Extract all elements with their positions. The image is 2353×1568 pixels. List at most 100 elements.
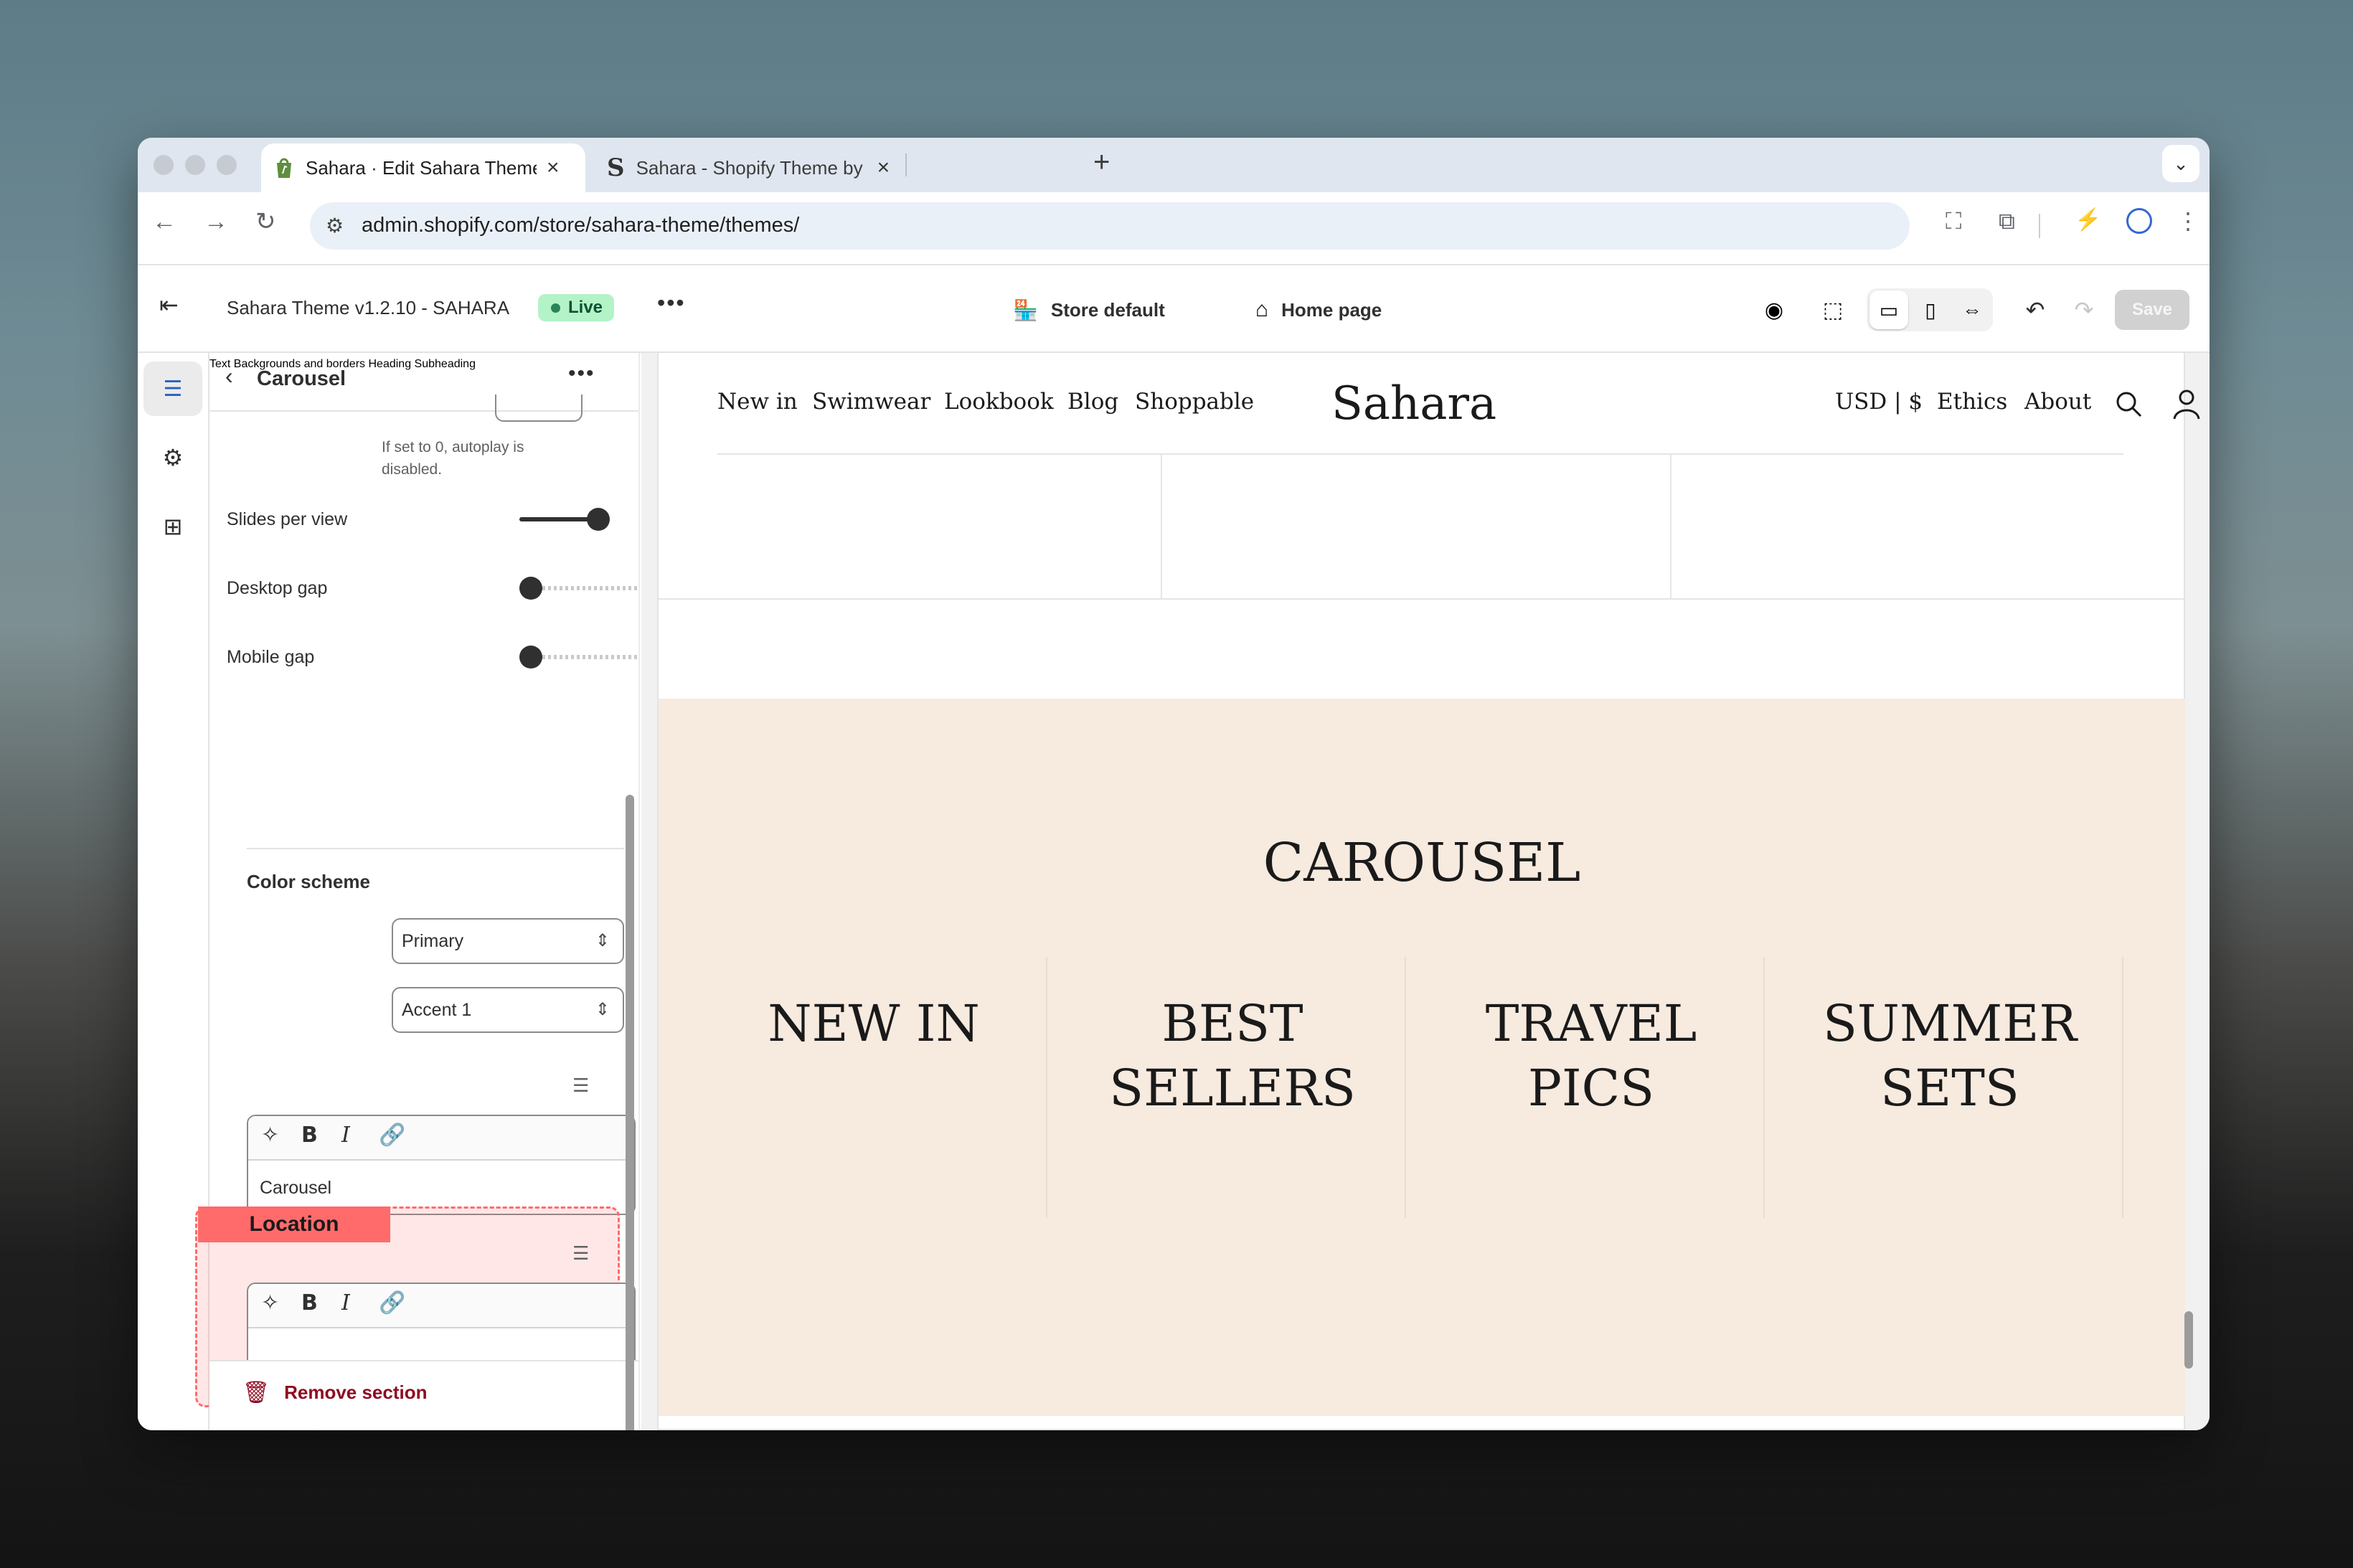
fullwidth-view-icon[interactable]: ⇔	[1953, 291, 1991, 329]
home-icon: ⌂	[1255, 298, 1269, 321]
app-embeds-icon[interactable]: ⊞	[143, 499, 202, 554]
slides-per-view-label: Slides per view	[227, 509, 348, 529]
nav-about[interactable]: About	[2024, 389, 2091, 415]
more-actions-icon[interactable]: •••	[657, 290, 686, 316]
nav-new-in[interactable]: New in	[717, 389, 798, 415]
carousel-card[interactable]: SUMMER SETS	[1778, 991, 2122, 1120]
carousel-card[interactable]: TRAVEL PICS	[1419, 991, 1763, 1120]
store-selector[interactable]: 🏪 Store default	[1013, 287, 1165, 333]
mobile-gap-slider[interactable]	[519, 646, 542, 669]
toolbar-divider	[2039, 214, 2040, 238]
editor-sidebar-rail: ☰ ⚙ ⊞	[138, 353, 209, 1430]
mobile-gap-label: Mobile gap	[227, 647, 315, 667]
browser-toolbar: ← → ↻ ⚙ admin.shopify.com/store/sahara-t…	[138, 192, 2210, 264]
close-tab-icon[interactable]: ×	[547, 156, 560, 180]
store-logo[interactable]: Sahara	[1331, 377, 1496, 430]
minimize-window-button[interactable]	[185, 155, 205, 175]
reload-icon[interactable]: ↻	[255, 209, 276, 234]
card-divider	[1763, 957, 1765, 1218]
grid-line	[1670, 455, 1671, 598]
remove-section-button[interactable]: 🗑 Remove section	[242, 1380, 428, 1405]
theme-settings-gear-icon[interactable]: ⚙	[143, 430, 202, 485]
carousel-heading: CAROUSEL	[1263, 832, 1581, 894]
address-bar[interactable]: ⚙ admin.shopify.com/store/sahara-theme/t…	[310, 202, 1910, 250]
redo-icon[interactable]: ↷	[2065, 291, 2103, 329]
desktop-gap-label: Desktop gap	[227, 578, 328, 598]
tab-sahara-theme[interactable]: S Sahara - Shopify Theme by D ×	[597, 143, 898, 192]
profile-avatar-icon[interactable]	[2126, 208, 2152, 234]
card-divider	[2122, 957, 2123, 1218]
live-status-badge: Live	[538, 294, 615, 321]
preview-scrollbar[interactable]	[2184, 1311, 2193, 1369]
account-icon[interactable]	[2172, 389, 2201, 423]
carousel-section: CAROUSEL NEW IN BEST SELLERS TRAVEL PICS…	[659, 699, 2185, 1416]
inspector-cursor-icon[interactable]: ⬚	[1814, 291, 1852, 329]
tab-sahara-editor[interactable]: Sahara · Edit Sahara Theme v ×	[261, 143, 585, 192]
section-settings-panel: ‹ Carousel ••• If set to 0, autoplay is …	[209, 353, 640, 1430]
maximize-window-button[interactable]	[217, 155, 237, 175]
theme-preview-icon[interactable]: ◉	[1755, 291, 1793, 329]
screen-capture-icon[interactable]: ⛶	[1946, 209, 1961, 232]
tab-title: Sahara - Shopify Theme by D	[636, 156, 867, 179]
nav-shoppable[interactable]: Shoppable	[1135, 389, 1254, 415]
panel-scrollbar[interactable]	[626, 795, 634, 1430]
close-window-button[interactable]	[154, 155, 174, 175]
nav-currency[interactable]: USD | $	[1835, 389, 1923, 415]
tab-divider	[905, 154, 907, 176]
close-tab-icon[interactable]: ×	[877, 156, 890, 180]
grid-line	[1161, 455, 1162, 598]
extensions-icon[interactable]: ⧉	[1999, 209, 2015, 232]
shopify-bag-icon	[274, 156, 294, 179]
tab-title: Sahara · Edit Sahara Theme v	[306, 156, 537, 179]
carousel-card[interactable]: BEST SELLERS	[1060, 991, 1405, 1120]
store-icon: 🏪	[1013, 298, 1038, 321]
tab-strip: Sahara · Edit Sahara Theme v × S Sahara …	[138, 138, 2210, 192]
heading-input-value: Carousel	[260, 1178, 332, 1198]
mobile-view-icon[interactable]: ▯	[1911, 291, 1950, 329]
bold-icon[interactable]: B	[301, 1293, 318, 1314]
nav-blog[interactable]: Blog	[1067, 389, 1118, 415]
slides-per-view-slider[interactable]	[587, 508, 610, 531]
bold-icon[interactable]: B	[301, 1125, 318, 1146]
link-icon[interactable]: 🔗	[379, 1293, 405, 1314]
forward-arrow-icon[interactable]: →	[204, 209, 228, 234]
editor-header: ⇤ Sahara Theme v1.2.10 - SAHARA Live •••…	[138, 264, 2210, 353]
desktop-gap-slider[interactable]	[519, 577, 542, 600]
section-divider	[659, 598, 2185, 600]
url-text: admin.shopify.com/store/sahara-theme/the…	[362, 214, 800, 237]
site-settings-icon[interactable]: ⚙	[326, 214, 344, 237]
link-icon[interactable]: 🔗	[379, 1125, 405, 1146]
nav-lookbook[interactable]: Lookbook	[944, 389, 1054, 415]
search-icon[interactable]	[2115, 390, 2144, 422]
italic-icon[interactable]: I	[341, 1293, 350, 1314]
s-logo-icon: S	[607, 154, 625, 182]
autoplay-speed-input[interactable]	[495, 395, 583, 422]
browser-menu-icon[interactable]: ⋮	[2177, 209, 2199, 232]
italic-icon[interactable]: I	[341, 1125, 350, 1146]
new-tab-icon[interactable]: +	[1093, 146, 1110, 179]
back-arrow-icon[interactable]: ←	[152, 209, 176, 234]
extension-bolt-icon[interactable]: ⚡	[2075, 209, 2101, 231]
text-color-select[interactable]: Primary ⇕	[392, 918, 624, 964]
autoplay-hint: If set to 0, autoplay is disabled.	[382, 439, 524, 478]
nav-swimwear[interactable]: Swimwear	[812, 389, 930, 415]
back-chevron-icon[interactable]: ‹	[225, 363, 233, 389]
section-more-icon[interactable]: •••	[568, 362, 595, 386]
nav-ethics[interactable]: Ethics	[1937, 389, 2007, 415]
card-divider	[1405, 957, 1406, 1218]
undo-icon[interactable]: ↶	[2016, 291, 2055, 329]
carousel-card[interactable]: NEW IN	[702, 991, 1046, 1056]
ai-sparkle-icon[interactable]: ✧	[261, 1125, 279, 1146]
tab-search-chevron-icon[interactable]: ⌄	[2162, 145, 2199, 182]
exit-editor-icon[interactable]: ⇤	[159, 291, 179, 318]
sections-icon[interactable]: ☰	[143, 362, 202, 416]
page-selector[interactable]: ⌂ Home page	[1255, 287, 1382, 333]
save-button[interactable]: Save	[2115, 290, 2189, 330]
ai-sparkle-icon[interactable]: ✧	[261, 1293, 279, 1314]
heading-editor[interactable]: ✧ B I 🔗 Carousel	[247, 1115, 636, 1215]
card-divider	[1046, 957, 1047, 1218]
background-color-select[interactable]: Accent 1 ⇕	[392, 987, 624, 1033]
theme-name: Sahara Theme v1.2.10 - SAHARA	[227, 297, 510, 318]
desktop-view-icon[interactable]: ▭	[1869, 291, 1908, 329]
header-divider	[717, 453, 2123, 455]
